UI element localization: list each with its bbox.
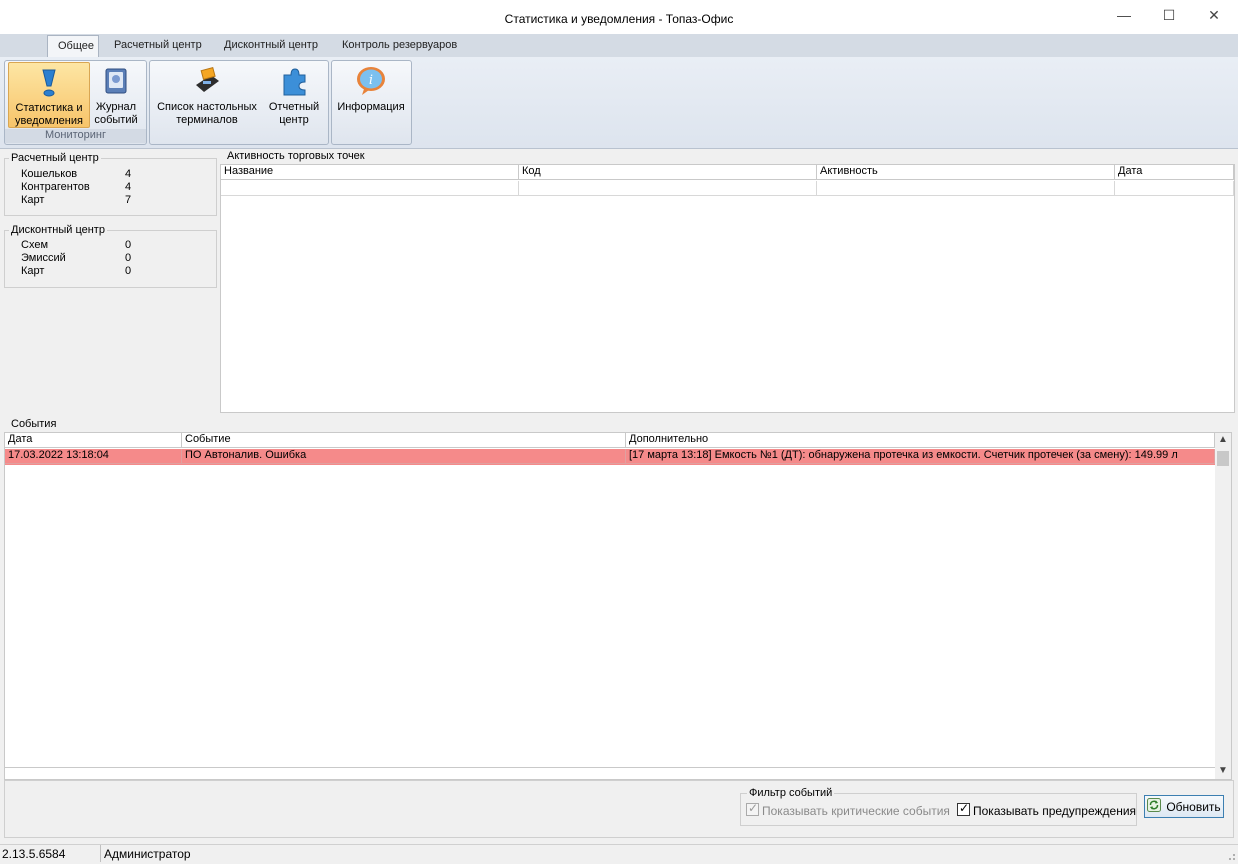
emissions-label: Эмиссий bbox=[21, 252, 66, 264]
svg-text:i: i bbox=[369, 73, 373, 88]
cards-value: 7 bbox=[125, 194, 132, 206]
ribbon-group-label: Мониторинг bbox=[5, 129, 146, 143]
activity-empty-cell[interactable] bbox=[1115, 181, 1234, 196]
contractors-label: Контрагентов bbox=[21, 181, 90, 193]
version-text: 2.13.5.6584 bbox=[2, 847, 66, 861]
tab-tank-control[interactable]: Контроль резервуаров bbox=[332, 35, 467, 57]
exclamation-icon bbox=[33, 66, 65, 98]
schemes-label: Схем bbox=[21, 239, 49, 251]
discount-cards-value: 0 bbox=[125, 265, 132, 277]
events-column-date[interactable]: Дата bbox=[5, 433, 182, 448]
settlement-center-legend: Расчетный центр bbox=[9, 152, 101, 164]
grid-footer-divider bbox=[5, 767, 1215, 768]
close-button[interactable]: ✕ bbox=[1191, 0, 1237, 30]
event-details-cell: [17 марта 13:18] Емкость №1 (ДТ): обнару… bbox=[626, 449, 1215, 464]
event-journal-button[interactable]: Журнал событий bbox=[91, 62, 141, 128]
activity-column-name[interactable]: Название bbox=[221, 165, 519, 180]
button-label-line1: Информация bbox=[337, 101, 405, 113]
button-label-line2: терминалов bbox=[176, 114, 238, 126]
puzzle-icon bbox=[278, 65, 310, 97]
status-divider bbox=[100, 845, 101, 862]
refresh-icon bbox=[1147, 798, 1162, 815]
wallets-label: Кошельков bbox=[21, 168, 78, 180]
critical-events-checkbox[interactable]: ✓ bbox=[746, 801, 759, 819]
schemes-value: 0 bbox=[125, 239, 132, 251]
button-label-line2: центр bbox=[279, 114, 309, 126]
button-label-line1: Журнал bbox=[95, 101, 137, 113]
window-title: Статистика и уведомления - Топаз-Офис bbox=[504, 12, 734, 26]
wallets-value: 4 bbox=[125, 168, 132, 180]
refresh-button[interactable]: Обновить bbox=[1144, 795, 1224, 818]
button-label-line1: Отчетный bbox=[268, 101, 320, 113]
contractors-value: 4 bbox=[125, 181, 132, 193]
event-date-cell: 17.03.2022 13:18:04 bbox=[5, 449, 182, 464]
maximize-icon: ☐ bbox=[1162, 6, 1176, 23]
minimize-icon: — bbox=[1117, 7, 1131, 23]
button-label-line2: уведомления bbox=[15, 115, 83, 127]
close-icon: ✕ bbox=[1208, 6, 1220, 23]
information-button[interactable]: i Информация bbox=[335, 62, 407, 128]
events-vertical-scrollbar[interactable] bbox=[1215, 433, 1231, 779]
warnings-checkbox[interactable]: ✓ bbox=[957, 801, 970, 819]
activity-column-code[interactable]: Код bbox=[519, 165, 817, 180]
resize-grip-icon[interactable] bbox=[1224, 849, 1236, 861]
button-label-line2: событий bbox=[94, 114, 138, 126]
tab-settlement-center[interactable]: Расчетный центр bbox=[104, 35, 212, 57]
emissions-value: 0 bbox=[125, 252, 132, 264]
tab-general[interactable]: Общее bbox=[47, 35, 99, 57]
scrollbar-thumb[interactable] bbox=[1217, 451, 1229, 466]
activity-empty-cell[interactable] bbox=[519, 181, 817, 196]
report-center-button[interactable]: Отчетный центр bbox=[263, 62, 325, 128]
refresh-label: Обновить bbox=[1166, 799, 1221, 814]
desktop-terminals-button[interactable]: Список настольных терминалов bbox=[154, 62, 260, 128]
events-grid[interactable] bbox=[4, 432, 1232, 780]
journal-icon bbox=[100, 65, 132, 97]
activity-column-date[interactable]: Дата bbox=[1115, 165, 1234, 180]
minimize-button[interactable]: — bbox=[1101, 0, 1147, 30]
info-icon: i bbox=[355, 65, 387, 97]
scroll-up-icon[interactable]: ▲ bbox=[1217, 434, 1229, 448]
activity-column-activity[interactable]: Активность bbox=[817, 165, 1115, 180]
activity-empty-cell[interactable] bbox=[817, 181, 1115, 196]
event-filter-legend: Фильтр событий bbox=[747, 787, 835, 799]
critical-events-label: Показывать критические события bbox=[762, 804, 950, 818]
maximize-button[interactable]: ☐ bbox=[1146, 0, 1192, 30]
scroll-down-icon[interactable]: ▼ bbox=[1217, 765, 1229, 779]
events-column-event[interactable]: Событие bbox=[182, 433, 626, 448]
tab-discount-center[interactable]: Дисконтный центр bbox=[214, 35, 328, 57]
cards-label: Карт bbox=[21, 194, 45, 206]
discount-cards-label: Карт bbox=[21, 265, 45, 277]
stats-notifications-button[interactable]: Статистика и уведомления bbox=[8, 62, 90, 128]
activity-legend: Активность торговых точек bbox=[225, 150, 367, 162]
discount-center-legend: Дисконтный центр bbox=[9, 224, 107, 236]
events-legend: События bbox=[9, 418, 59, 430]
events-column-details[interactable]: Дополнительно bbox=[626, 433, 1215, 448]
event-name-cell: ПО Автоналив. Ошибка bbox=[182, 449, 626, 464]
button-label-line1: Статистика и bbox=[15, 102, 83, 114]
warnings-label: Показывать предупреждения bbox=[973, 804, 1137, 818]
activity-grid[interactable] bbox=[220, 164, 1235, 413]
activity-empty-cell[interactable] bbox=[221, 181, 519, 196]
button-label-line1: Список настольных bbox=[157, 101, 257, 113]
user-text: Администратор bbox=[104, 847, 191, 861]
terminal-icon bbox=[191, 65, 223, 97]
